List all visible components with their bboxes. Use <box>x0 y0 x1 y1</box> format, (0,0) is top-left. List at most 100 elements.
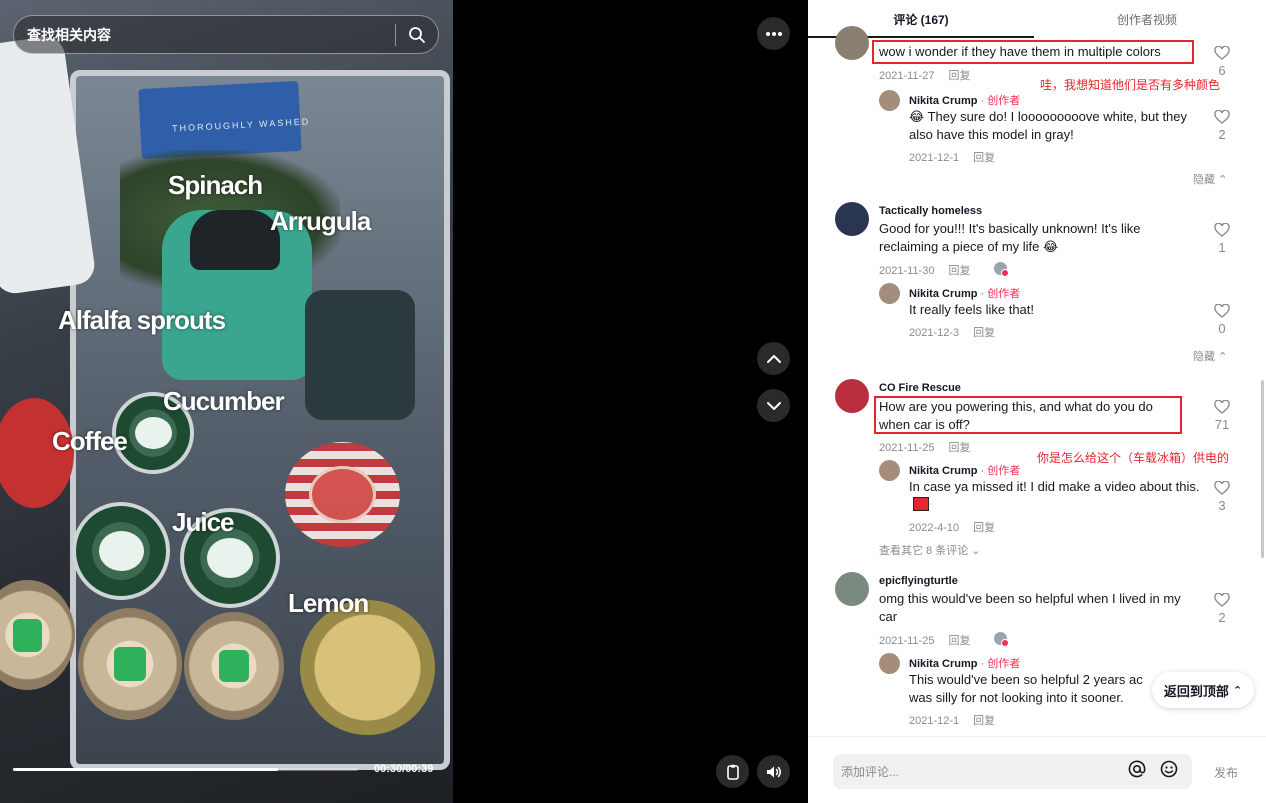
mention-icon[interactable] <box>1128 760 1146 783</box>
avatar[interactable] <box>879 90 900 111</box>
highlight-box <box>872 40 1194 64</box>
label-spinach: Spinach <box>168 170 263 200</box>
like-button[interactable]: 2 <box>1212 110 1232 142</box>
heart-icon <box>1214 223 1230 237</box>
reply-date: 2021-12-3 <box>909 327 960 339</box>
chevron-down-icon: ⌄ <box>971 545 981 557</box>
search-input[interactable]: 查找相关内容 <box>14 25 395 45</box>
post-button[interactable]: 发布 <box>1214 764 1238 781</box>
next-video-button[interactable] <box>757 389 790 422</box>
tab-bar: 评论 (167) 创作者视频 <box>808 0 1266 38</box>
view-more-replies-button[interactable]: 查看其它 8 条评论 ⌄ <box>879 542 981 558</box>
like-count: 6 <box>1218 63 1226 78</box>
search-button[interactable] <box>396 16 438 53</box>
reply-text: 😂 They sure do! I looooooooove white, bu… <box>909 109 1188 142</box>
reply-text: This would've been so helpful 2 years ac <box>909 672 1143 687</box>
previous-video-button[interactable] <box>757 342 790 375</box>
reply-button[interactable]: 回复 <box>948 70 970 82</box>
creator-liked-avatar <box>994 262 1009 277</box>
translation-annotation: 哇，我想知道他们是否有多种颜色 <box>1040 78 1221 92</box>
like-count: 71 <box>1214 417 1230 432</box>
reply-button[interactable]: 回复 <box>948 442 970 454</box>
like-count: 2 <box>1218 610 1226 625</box>
comment-date: 2021-11-25 <box>879 442 935 454</box>
back-to-top-button[interactable]: 返回到顶部 ⌃ <box>1152 672 1254 708</box>
reply-meta: 2021-12-1 回复 <box>909 149 995 165</box>
reply-text: It really feels like that! <box>909 302 1034 317</box>
avatar[interactable] <box>879 653 900 674</box>
comment-meta: 2021-11-25 回复 <box>879 439 970 455</box>
avatar[interactable] <box>835 26 869 60</box>
search-icon <box>409 26 425 43</box>
label-arrugula: Arrugula <box>270 206 371 236</box>
tab-creator-videos[interactable]: 创作者视频 <box>1034 0 1260 38</box>
reply-author[interactable]: Nikita Crump · 创作者 <box>909 462 1020 478</box>
reply-button[interactable]: 回复 <box>973 327 995 339</box>
more-icon <box>765 31 782 36</box>
comment-author[interactable]: epicflyingturtle <box>879 575 958 587</box>
red-square-emoji <box>913 497 929 511</box>
like-button[interactable]: 3 <box>1212 481 1232 513</box>
scrollbar[interactable] <box>1261 380 1264 558</box>
dark-jar <box>305 290 415 420</box>
chevron-up-icon: ⌃ <box>1218 351 1228 363</box>
creator-badge: · 创作者 <box>977 658 1021 670</box>
comment-meta: 2021-11-27 回复 <box>879 67 970 83</box>
comment-text: omg this would've been so helpful when I… <box>879 591 1181 624</box>
progress-bar[interactable] <box>13 768 358 771</box>
comment-input-placeholder: 添加评论... <box>841 765 900 779</box>
creator-badge: · 创作者 <box>977 288 1021 300</box>
reply-button[interactable]: 回复 <box>973 152 995 164</box>
comment-input[interactable]: 添加评论... <box>833 754 1192 789</box>
label-lemon: Lemon <box>288 588 369 618</box>
heart-icon <box>1214 593 1230 607</box>
label-coffee: Coffee <box>52 426 128 456</box>
chevron-down-icon <box>766 401 781 410</box>
chevron-up-icon: ⌃ <box>1218 174 1228 186</box>
like-button[interactable]: 0 <box>1212 304 1232 336</box>
like-button[interactable]: 6 <box>1212 46 1232 78</box>
comment-text: Good for you!!! It's basically unknown! … <box>879 221 1141 254</box>
comment-date: 2021-11-27 <box>879 70 935 82</box>
clipboard-icon <box>726 764 739 780</box>
like-button[interactable]: 1 <box>1212 223 1232 255</box>
reply-button[interactable]: 回复 <box>973 715 995 727</box>
avatar[interactable] <box>879 460 900 481</box>
reply-author[interactable]: Nikita Crump · 创作者 <box>909 655 1020 671</box>
hide-replies-button[interactable]: 隐藏 ⌃ <box>1193 171 1227 187</box>
avatar[interactable] <box>835 379 869 413</box>
heart-icon <box>1214 304 1230 318</box>
like-count: 1 <box>1218 240 1226 255</box>
reply-author[interactable]: Nikita Crump · 创作者 <box>909 285 1020 301</box>
volume-button[interactable] <box>757 755 790 788</box>
reply-button[interactable]: 回复 <box>948 635 970 647</box>
reply-date: 2021-12-1 <box>909 152 960 164</box>
reply-date: 2021-12-1 <box>909 715 960 727</box>
video-player[interactable]: THOROUGHLY WASHED Spinach Arrugula Alfal… <box>0 0 453 803</box>
like-button[interactable]: 2 <box>1212 593 1232 625</box>
reply-author[interactable]: Nikita Crump · 创作者 <box>909 92 1020 108</box>
like-button[interactable]: 71 <box>1212 400 1232 432</box>
avatar[interactable] <box>835 202 869 236</box>
clip-button[interactable] <box>716 755 749 788</box>
like-count: 0 <box>1218 321 1226 336</box>
reply-text: was silly for not looking into it sooner… <box>909 690 1124 705</box>
comment-author[interactable]: Tactically homeless <box>879 205 982 217</box>
comment-author[interactable]: CO Fire Rescue <box>879 382 961 394</box>
like-count: 3 <box>1218 498 1226 513</box>
double-chevron-up-icon: ⌃ <box>1232 684 1243 697</box>
more-button[interactable] <box>757 17 790 50</box>
emoji-icon[interactable] <box>1160 760 1178 783</box>
bottle-cap <box>190 210 280 270</box>
creator-badge: · 创作者 <box>977 465 1021 477</box>
reply-meta: 2022-4-10 回复 <box>909 519 995 535</box>
creator-liked-avatar <box>994 632 1009 647</box>
hide-replies-button[interactable]: 隐藏 ⌃ <box>1193 348 1227 364</box>
avatar[interactable] <box>879 283 900 304</box>
search-bar[interactable]: 查找相关内容 <box>13 15 439 54</box>
avatar[interactable] <box>835 572 869 606</box>
reply-meta: 2021-12-1 回复 <box>909 712 995 728</box>
reply-button[interactable]: 回复 <box>948 265 970 277</box>
sanpellegrino-can <box>72 502 170 600</box>
reply-button[interactable]: 回复 <box>973 522 995 534</box>
